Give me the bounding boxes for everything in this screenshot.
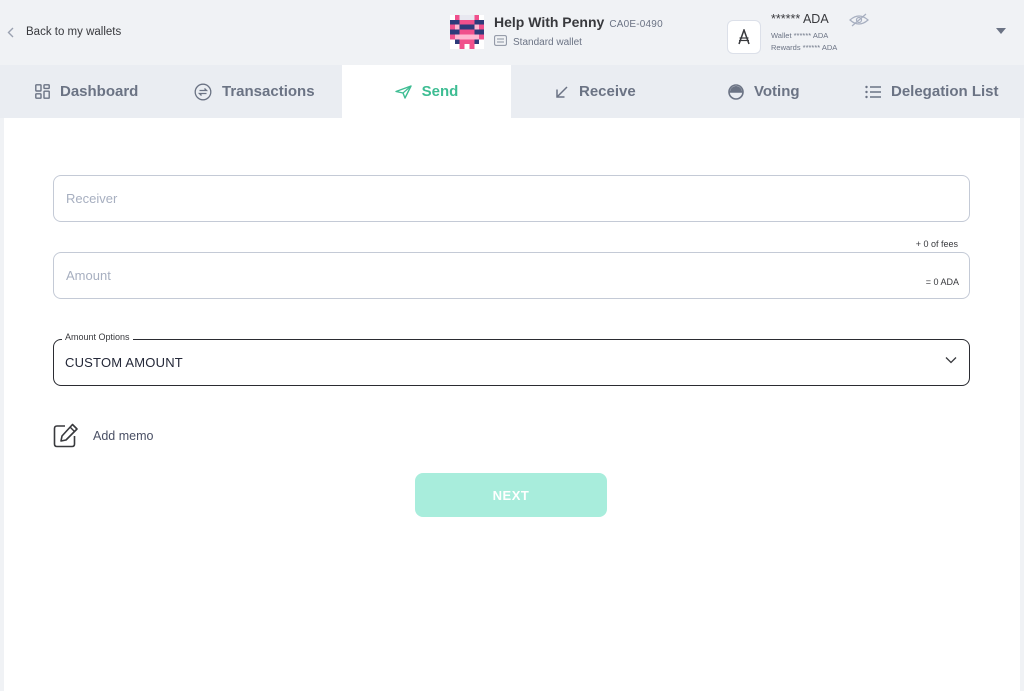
tab-receive[interactable]: Receive [555,65,636,118]
tab-send-label: Send [421,83,459,100]
tab-send[interactable]: Send [342,65,511,118]
top-bar: Back to my wallets Help With Penny CA0E-… [0,0,1024,65]
tab-delegation-list-label: Delegation List [891,83,999,100]
tab-voting-label: Voting [754,83,800,100]
next-button[interactable]: NEXT [415,473,607,517]
wallet-type: Standard wallet [513,36,582,48]
balance-total: ****** ADA [771,12,829,26]
balance-rewards: Rewards ****** ADA [771,43,838,52]
wallet-checksum: CA0E-0490 [609,19,663,30]
back-to-wallets-link[interactable]: Back to my wallets [4,22,121,42]
back-label: Back to my wallets [26,26,122,38]
tab-dashboard[interactable]: Dashboard [35,65,138,118]
tab-delegation-list[interactable]: Delegation List [865,65,999,118]
receiver-placeholder: Receiver [66,191,118,206]
tab-receive-label: Receive [579,83,636,100]
ada-symbol-icon [727,20,761,54]
list-icon [865,85,881,98]
transactions-icon [194,83,212,100]
wallet-plate-icon [450,15,484,49]
receiver-input[interactable]: Receiver [53,175,970,222]
balance-wallet: Wallet ****** ADA [771,31,829,40]
add-memo-button[interactable]: Add memo [53,423,153,448]
dashboard-icon [35,84,50,99]
amount-options-label: Amount Options [62,332,133,342]
nav-tabs: Dashboard Transactions Send Receive Voti… [0,65,1024,118]
edit-memo-icon [53,423,78,448]
amount-options-value: CUSTOM AMOUNT [65,355,183,370]
tab-dashboard-label: Dashboard [60,83,139,100]
tab-transactions[interactable]: Transactions [194,65,315,118]
receive-icon [556,85,568,98]
send-form-panel: Receiver + 0 of fees Amount = 0 ADA Amou… [4,118,1020,691]
fees-label: + 0 of fees [915,239,958,249]
chevron-down-icon [945,357,957,364]
amount-ada-value: = 0 ADA [925,277,959,287]
voting-icon [728,83,744,100]
amount-placeholder: Amount [66,268,111,283]
tab-voting[interactable]: Voting [728,65,800,118]
balance-summary: ****** ADA Wallet ****** ADA Rewards ***… [727,12,869,54]
amount-input[interactable]: Amount = 0 ADA [53,252,970,299]
wallet-menu-caret-icon[interactable] [996,28,1006,34]
wallet-name: Help With Penny [494,14,605,30]
wallet-type-icon [494,35,507,49]
add-memo-label: Add memo [93,428,154,443]
chevron-left-icon [4,22,16,42]
send-icon [394,84,412,99]
tab-transactions-label: Transactions [222,83,315,100]
wallet-summary: Help With Penny CA0E-0490 Standard walle… [450,14,663,50]
amount-options-select[interactable]: Amount Options CUSTOM AMOUNT [53,332,970,386]
